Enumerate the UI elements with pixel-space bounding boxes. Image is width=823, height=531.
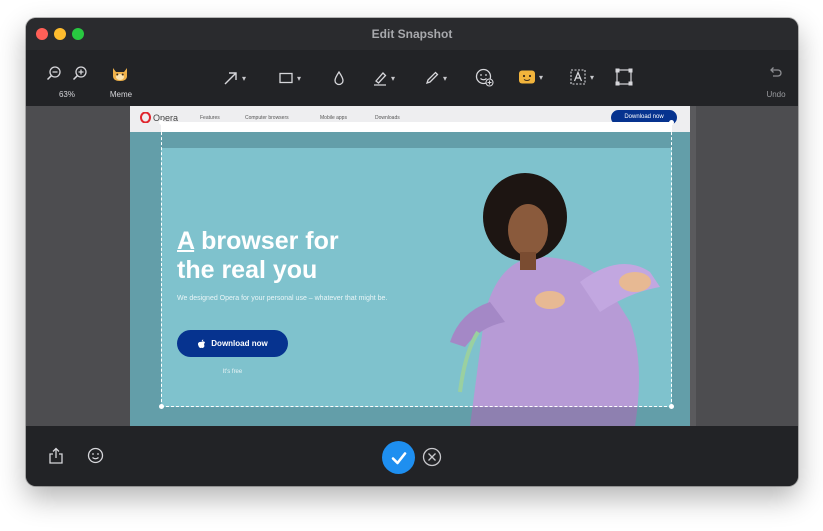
smiley-add-icon bbox=[475, 68, 494, 87]
meme-label: Meme bbox=[109, 90, 133, 99]
cat-face-icon bbox=[113, 68, 127, 81]
zoom-out-icon bbox=[46, 66, 61, 81]
checkmark-icon bbox=[391, 451, 406, 464]
close-circle-icon bbox=[422, 447, 442, 467]
chevron-down-icon: ▾ bbox=[539, 72, 544, 82]
sticker-icon bbox=[519, 70, 535, 84]
chevron-down-icon: ▾ bbox=[443, 73, 448, 83]
pen-tool-button[interactable]: ▾ bbox=[424, 70, 447, 86]
cancel-button[interactable] bbox=[422, 447, 442, 467]
share-button[interactable] bbox=[48, 447, 64, 465]
chevron-down-icon: ▾ bbox=[297, 73, 302, 83]
chevron-down-icon: ▾ bbox=[391, 73, 396, 83]
zoom-out-button[interactable] bbox=[46, 65, 62, 81]
sticker-tool-button[interactable]: ▾ bbox=[518, 69, 543, 85]
blur-tool-button[interactable] bbox=[331, 70, 347, 86]
crop-selection[interactable] bbox=[159, 120, 674, 409]
pencil-icon bbox=[425, 71, 439, 85]
opera-logo-text: Opera bbox=[153, 112, 179, 123]
crop-dim-bottom bbox=[161, 407, 672, 426]
undo-button[interactable] bbox=[768, 65, 782, 79]
crop-tool-button[interactable] bbox=[614, 67, 634, 87]
snapshot-image: Opera Features Computer browsers Mobile … bbox=[130, 106, 690, 426]
chevron-down-icon: ▾ bbox=[242, 73, 247, 83]
feedback-button[interactable] bbox=[87, 447, 104, 464]
title-bar: Edit Snapshot bbox=[26, 18, 798, 50]
nav-link-downloads: Downloads bbox=[375, 115, 400, 121]
toolbar: 63% Meme ▾ ▾ ▾ ▾ ▾ ▾ Undo bbox=[26, 50, 798, 106]
undo-label: Undo bbox=[766, 90, 786, 99]
edit-snapshot-window: Edit Snapshot 63% Meme ▾ ▾ ▾ ▾ ▾ ▾ Undo … bbox=[26, 18, 798, 486]
nav-link-computer-browsers: Computer browsers bbox=[245, 115, 289, 121]
arrow-tool-button[interactable]: ▾ bbox=[223, 70, 246, 86]
highlighter-icon bbox=[374, 72, 387, 86]
text-tool-button[interactable]: ▾ bbox=[569, 68, 594, 86]
zoom-in-button[interactable] bbox=[72, 65, 88, 81]
window-title: Edit Snapshot bbox=[371, 27, 453, 41]
chevron-down-icon: ▾ bbox=[590, 72, 595, 82]
water-drop-icon bbox=[334, 70, 344, 86]
highlighter-tool-button[interactable]: ▾ bbox=[372, 70, 395, 86]
zoom-level: 63% bbox=[58, 90, 75, 99]
arrow-icon bbox=[224, 72, 237, 85]
snapshot-scrollbar[interactable] bbox=[690, 106, 696, 426]
crop-handle-top-left[interactable] bbox=[159, 120, 164, 125]
text-box-icon bbox=[570, 69, 586, 85]
opera-logo-icon bbox=[140, 112, 151, 123]
bottom-bar bbox=[26, 426, 798, 486]
rectangle-icon bbox=[279, 72, 293, 84]
share-icon bbox=[49, 447, 63, 464]
crop-dim-left bbox=[130, 148, 161, 426]
confirm-button[interactable] bbox=[382, 441, 415, 474]
meme-button[interactable] bbox=[111, 64, 129, 82]
nav-link-features: Features bbox=[200, 115, 220, 121]
emoji-sticker-tool-button[interactable] bbox=[475, 68, 494, 87]
smiley-icon bbox=[87, 447, 104, 464]
crop-handle-bottom-right[interactable] bbox=[669, 404, 674, 409]
rectangle-tool-button[interactable]: ▾ bbox=[278, 70, 301, 86]
undo-icon bbox=[770, 67, 782, 77]
crop-handle-bottom-left[interactable] bbox=[159, 404, 164, 409]
crop-icon bbox=[615, 68, 633, 86]
crop-handle-top-right[interactable] bbox=[669, 120, 674, 125]
snapshot-canvas[interactable]: Opera Features Computer browsers Mobile … bbox=[26, 106, 798, 426]
nav-link-mobile-apps: Mobile apps bbox=[320, 115, 347, 121]
crop-dim-right bbox=[672, 148, 690, 426]
zoom-in-icon bbox=[72, 66, 87, 81]
